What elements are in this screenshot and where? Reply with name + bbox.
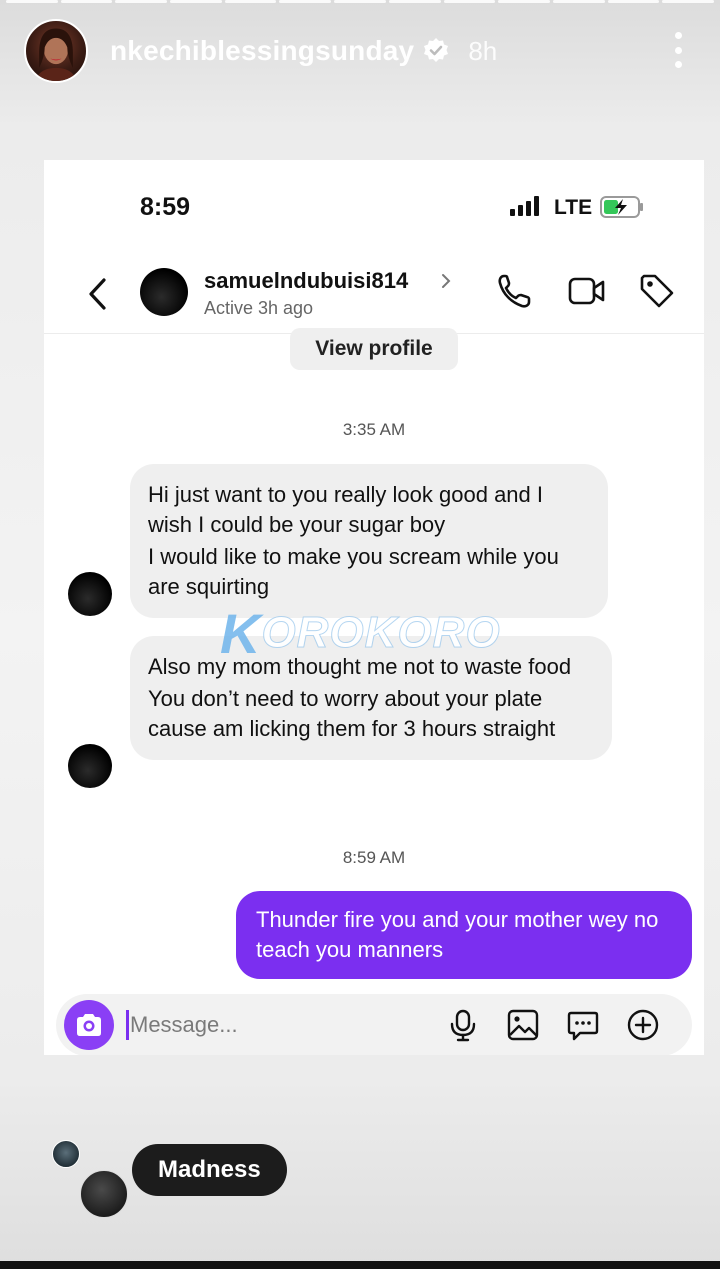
progress-segment <box>662 0 714 3</box>
message-composer <box>56 994 692 1055</box>
phone-status-bar: 8:59 LTE <box>44 160 704 250</box>
view-profile-button[interactable]: View profile <box>290 328 458 370</box>
progress-segment <box>6 0 58 3</box>
watermark-logo: K OROKORO <box>220 602 510 665</box>
story-header: nkechiblessingsunday 8h <box>24 18 696 84</box>
add-circle-icon[interactable] <box>626 1008 660 1042</box>
bottom-edge <box>0 1261 720 1269</box>
status-time: 8:59 <box>140 193 191 221</box>
replier-avatar[interactable] <box>80 1170 128 1218</box>
incoming-message-bubble: Hi just want to you really look good and… <box>130 464 608 618</box>
tag-icon[interactable] <box>638 272 676 310</box>
progress-segment <box>498 0 550 3</box>
back-arrow-icon[interactable] <box>84 274 112 314</box>
progress-segment <box>443 0 496 3</box>
sticker-chat-icon[interactable] <box>566 1008 600 1042</box>
camera-button[interactable] <box>64 1000 114 1050</box>
contact-name[interactable]: samuelndubuisi814 <box>204 268 408 294</box>
story-username[interactable]: nkechiblessingsunday <box>110 35 414 67</box>
camera-icon <box>77 1014 101 1036</box>
chevron-right-icon[interactable] <box>440 272 452 290</box>
message-text: Hi just want to you really look good and… <box>148 482 544 537</box>
sender-avatar[interactable] <box>68 744 112 788</box>
progress-segment <box>388 0 441 3</box>
more-options-icon[interactable] <box>668 32 688 68</box>
reply-pill[interactable]: Madness <box>132 1144 287 1196</box>
outgoing-message-bubble: Thunder fire you and your mother wey no … <box>236 891 692 979</box>
story-author-avatar[interactable] <box>24 19 88 83</box>
progress-segment <box>334 0 386 3</box>
battery-charging-icon <box>600 196 643 218</box>
text-cursor <box>126 1010 129 1040</box>
story-reply-bar: Madness <box>52 1140 352 1220</box>
dm-header: samuelndubuisi814 Active 3h ago <box>44 260 704 334</box>
sender-avatar[interactable] <box>68 572 112 616</box>
progress-segment <box>224 0 277 3</box>
video-call-icon[interactable] <box>568 274 606 308</box>
story-time: 8h <box>468 35 498 66</box>
contact-avatar[interactable] <box>140 268 188 316</box>
gallery-icon[interactable] <box>506 1008 540 1042</box>
contact-active-status: Active 3h ago <box>204 298 314 318</box>
message-timestamp: 8:59 AM <box>342 848 406 867</box>
phone-call-icon[interactable] <box>496 272 532 310</box>
story-progress-bar <box>0 0 720 4</box>
signal-icon <box>510 196 539 216</box>
avatar-portrait-icon <box>35 28 77 81</box>
message-timestamp: 3:35 AM <box>342 420 406 439</box>
message-text: You don’t need to worry about your plate… <box>148 686 556 741</box>
message-input[interactable] <box>130 1006 430 1044</box>
verified-badge-icon <box>424 38 449 62</box>
progress-segment <box>552 0 605 3</box>
microphone-icon[interactable] <box>446 1008 480 1042</box>
network-label: LTE <box>554 196 593 219</box>
viewer-avatar[interactable] <box>52 1140 80 1168</box>
progress-segment <box>607 0 660 3</box>
progress-segment <box>115 0 168 3</box>
progress-segment <box>170 0 222 3</box>
progress-segment <box>279 0 332 3</box>
watermark-letter: K <box>220 601 262 665</box>
message-text: I would like to make you scream while yo… <box>148 544 559 599</box>
progress-segment <box>60 0 113 3</box>
watermark-text: OROKORO <box>261 608 501 658</box>
